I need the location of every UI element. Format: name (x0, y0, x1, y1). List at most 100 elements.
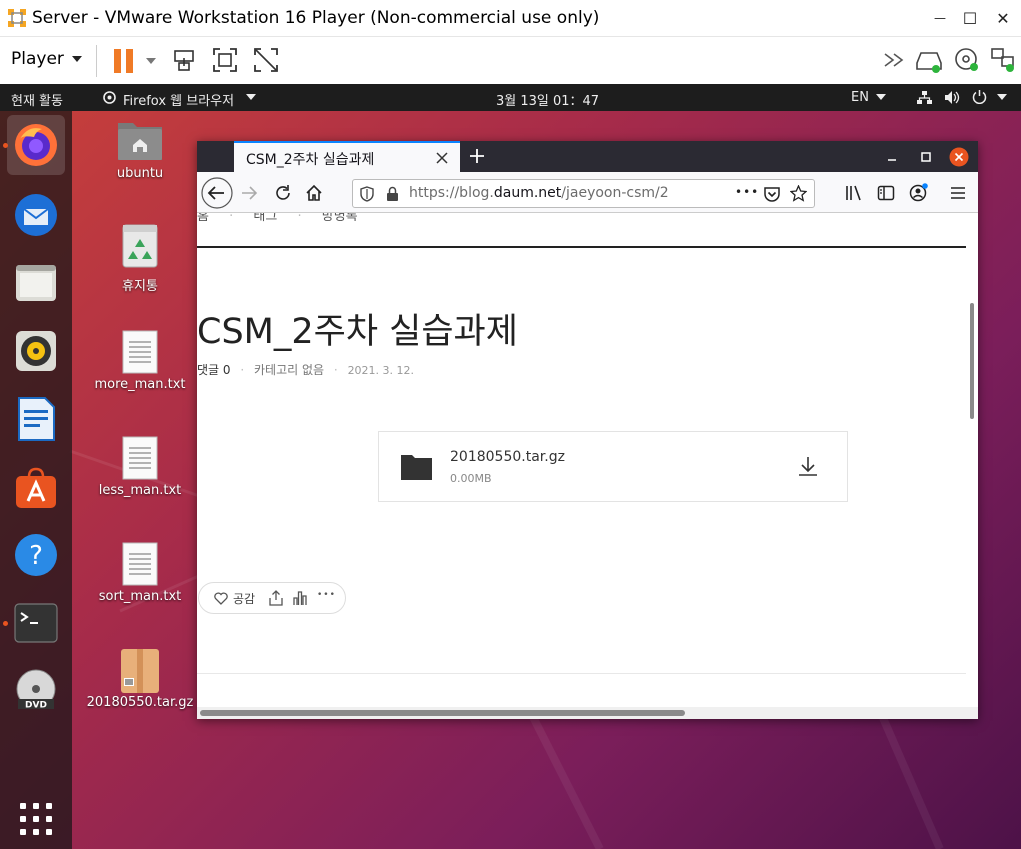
tracking-protection-icon[interactable] (360, 186, 374, 202)
desktop-icon-label: ubuntu (116, 166, 164, 181)
svg-text:DVD: DVD (25, 701, 47, 711)
nav-link-guestbook[interactable]: 방명록 (322, 213, 358, 224)
nav-link-home[interactable]: 홈 (197, 213, 209, 224)
dock-terminal[interactable] (7, 593, 65, 653)
download-icon[interactable] (797, 455, 819, 477)
dock-help[interactable]: ? (7, 525, 65, 585)
unity-mode-icon[interactable] (251, 45, 281, 75)
volume-icon[interactable] (944, 90, 960, 105)
url-bar[interactable]: https://blog.daum.net/jaeyoon-csm/2 ••• (352, 179, 815, 208)
language-indicator[interactable]: EN (851, 90, 869, 105)
network-adapter-icon[interactable] (988, 45, 1018, 75)
dock-show-apps[interactable] (7, 789, 65, 849)
close-icon: ✕ (996, 8, 1010, 28)
account-icon[interactable] (909, 183, 929, 203)
player-menu-button[interactable]: Player (0, 37, 92, 85)
page-content: 홈 · 태그 · 방명록 CSM_2주차 실습과제 댓글 0 · 카테고리 없음… (197, 213, 978, 719)
like-label[interactable]: 공감 (233, 590, 255, 607)
content-divider (197, 673, 966, 674)
text-file-icon (122, 436, 158, 480)
nav-separator: · (229, 213, 234, 224)
minimize-icon[interactable] (887, 152, 897, 162)
pause-button[interactable] (110, 47, 158, 75)
hard-disk-icon[interactable] (914, 45, 944, 75)
fullscreen-icon[interactable] (210, 45, 240, 75)
dock-thunderbird[interactable] (7, 185, 65, 245)
trash-icon (122, 224, 158, 268)
desktop-icon-sort-man[interactable]: sort_man.txt (85, 542, 195, 608)
new-tab-icon[interactable] (470, 149, 484, 163)
desktop-icon-label: sort_man.txt (98, 589, 182, 604)
back-icon[interactable] (201, 177, 233, 209)
comment-count[interactable]: 댓글 0 (197, 363, 231, 377)
home-icon[interactable] (305, 184, 323, 202)
dock-software[interactable] (7, 457, 65, 517)
lock-icon[interactable] (386, 186, 399, 202)
dock-firefox[interactable] (7, 115, 65, 175)
desktop-icon-less-man[interactable]: less_man.txt (85, 436, 195, 502)
tab-active[interactable]: CSM_2주차 실습과제 (234, 141, 460, 172)
ubuntu-top-bar: 현재 활동 Firefox 웹 브라우저 3월 13일 01：47 EN (0, 84, 1021, 111)
firefox-window: CSM_2주차 실습과제 https://blog.daum.net/jaeyo… (197, 141, 978, 719)
blog-nav: 홈 · 태그 · 방명록 (197, 213, 358, 224)
post-date: 2021. 3. 12. (347, 364, 415, 377)
attachment-name: 20180550.tar.gz (450, 449, 565, 465)
dock-files[interactable] (7, 253, 65, 313)
library-icon[interactable] (845, 184, 863, 202)
desktop-icon-archive[interactable]: 20180550.tar.gz (85, 648, 195, 714)
heart-icon[interactable] (214, 592, 228, 605)
url-domain: daum.net (493, 185, 562, 201)
desktop-icon-label: less_man.txt (98, 483, 182, 498)
reload-icon[interactable] (274, 184, 292, 202)
bookmark-star-icon[interactable] (790, 185, 807, 202)
close-window-icon[interactable] (949, 147, 969, 167)
maximize-icon: ☐ (962, 8, 978, 28)
files-icon (16, 265, 56, 301)
activities-button[interactable]: 현재 활동 (11, 90, 63, 109)
desktop-icon-more-man[interactable]: more_man.txt (85, 330, 195, 396)
dock-rhythmbox[interactable] (7, 321, 65, 381)
meta-separator: · (333, 363, 338, 377)
desktop-icon-label: 휴지통 (122, 279, 158, 294)
clock[interactable]: 3월 13일 01：47 (496, 90, 599, 109)
running-indicator (3, 143, 8, 148)
stats-icon[interactable] (293, 590, 307, 606)
sidebar-icon[interactable] (877, 184, 895, 202)
maximize-button[interactable]: ☐ (952, 0, 988, 36)
dock-dvd[interactable]: DVD (7, 661, 65, 721)
forward-icon[interactable] (240, 184, 258, 202)
nav-link-tags[interactable]: 태그 (253, 213, 277, 224)
desktop-icon-ubuntu[interactable]: ubuntu (85, 119, 195, 183)
close-tab-icon[interactable] (436, 152, 448, 164)
maximize-icon[interactable] (921, 152, 931, 162)
home-folder-icon (118, 123, 162, 160)
software-center-icon (16, 467, 56, 508)
dock-writer[interactable] (7, 389, 65, 449)
app-menu-button[interactable]: Firefox 웹 브라우저 (123, 90, 234, 109)
post-category[interactable]: 카테고리 없음 (254, 363, 324, 377)
more-options-button[interactable]: ••• (317, 590, 336, 600)
meta-separator: · (240, 363, 245, 377)
svg-text:?: ? (29, 541, 43, 571)
firefox-icon (15, 124, 57, 166)
network-icon[interactable] (917, 90, 932, 105)
firefox-tab-bar: CSM_2주차 실습과제 (197, 141, 978, 172)
menu-icon[interactable] (950, 185, 966, 201)
share-icon[interactable] (269, 590, 283, 606)
attachment-card[interactable]: 20180550.tar.gz 0.00MB (378, 431, 848, 502)
close-button[interactable]: ✕ (985, 0, 1021, 36)
app-grid-icon (20, 803, 52, 835)
vertical-scrollbar[interactable] (970, 303, 974, 419)
horizontal-scrollbar-thumb[interactable] (200, 710, 685, 716)
text-file-icon (122, 330, 158, 374)
chevron-down-icon (246, 94, 256, 100)
toolbar-divider (96, 45, 97, 77)
power-icon[interactable] (972, 89, 987, 104)
desktop-icon-trash[interactable]: 휴지통 (85, 223, 195, 294)
send-ctrl-alt-del-icon[interactable] (170, 45, 200, 75)
page-actions-button[interactable]: ••• (735, 185, 759, 199)
pocket-icon[interactable] (764, 186, 780, 202)
expand-more-icon[interactable] (880, 45, 910, 75)
terminal-icon (14, 603, 58, 643)
cd-drive-icon[interactable] (952, 45, 982, 75)
